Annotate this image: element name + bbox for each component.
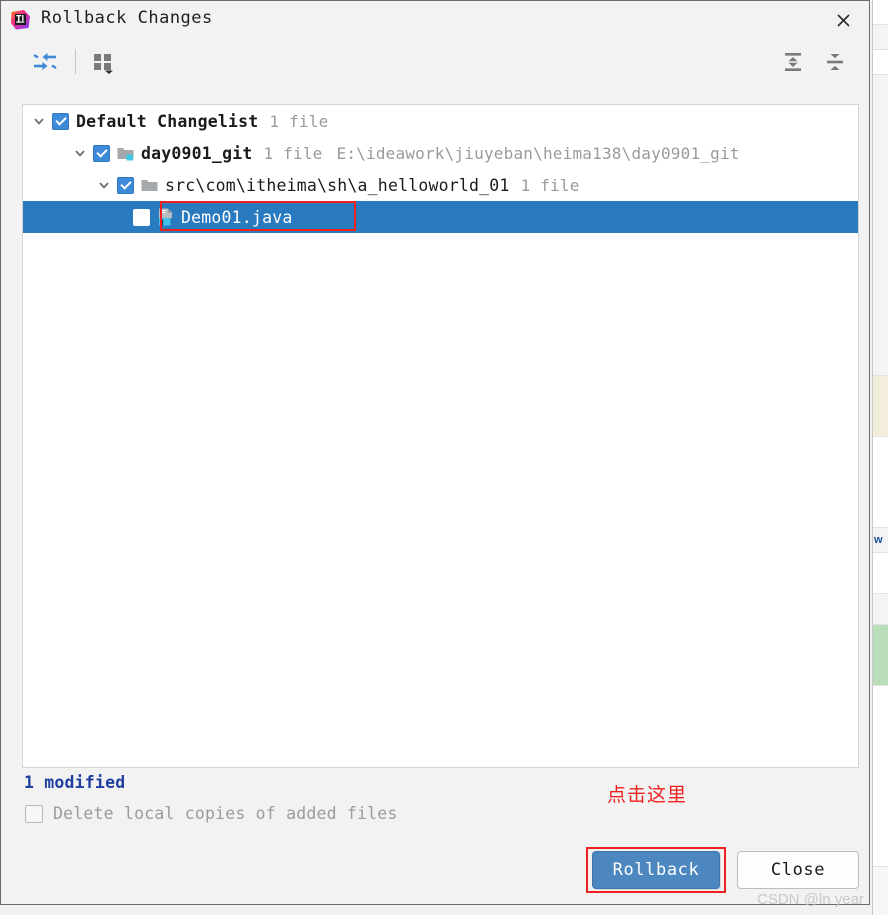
intellij-idea-icon: [10, 9, 31, 30]
close-icon[interactable]: [823, 5, 863, 35]
bg-table-row: [873, 594, 888, 625]
checkbox-box[interactable]: [25, 804, 43, 823]
tree-row-filecount: 1 file: [520, 175, 580, 195]
folder-icon: [141, 178, 158, 193]
bg-table-row: [873, 75, 888, 376]
row-checkbox[interactable]: [133, 208, 150, 226]
tree-row-label: Demo01.java: [181, 207, 293, 227]
bg-link-text: w: [874, 534, 883, 546]
dialog-title: Rollback Changes: [41, 8, 213, 28]
dialog-toolbar: [1, 38, 869, 90]
tree-row[interactable]: Default Changelist 1 file: [23, 105, 858, 137]
bg-table-row: [873, 553, 888, 594]
rollback-button-label: Rollback: [612, 860, 700, 880]
bg-table-row: [873, 50, 888, 75]
changes-tree[interactable]: Default Changelist 1 file day0901_git 1 …: [22, 104, 859, 768]
tree-row-filecount: 1 file: [263, 143, 323, 163]
java-file-icon: J: [157, 208, 174, 226]
folder-module-icon: [117, 146, 134, 161]
bg-table-row: [873, 0, 888, 25]
tree-row[interactable]: day0901_git 1 file E:\ideawork\jiuyeban\…: [23, 137, 858, 169]
chevron-down-icon[interactable]: [97, 178, 111, 192]
modified-count-label: 1 modified: [24, 773, 126, 792]
bg-table-row-link: w: [873, 528, 888, 553]
tree-row[interactable]: src\com\itheima\sh\a_helloworld_01 1 fil…: [23, 169, 858, 201]
group-by-icon[interactable]: [87, 46, 119, 78]
close-button-label: Close: [770, 860, 826, 880]
chevron-down-icon[interactable]: [73, 146, 87, 160]
revert-selected-icon[interactable]: [29, 46, 61, 78]
row-checkbox[interactable]: [93, 144, 110, 162]
bg-table-row: [873, 25, 888, 50]
dialog-titlebar: Rollback Changes: [1, 1, 869, 38]
tree-row-label: day0901_git: [141, 143, 253, 163]
close-button[interactable]: Close: [737, 851, 859, 889]
row-checkbox[interactable]: [117, 176, 134, 194]
tree-row-filecount: 1 file: [269, 111, 329, 131]
tree-row-selected[interactable]: J Demo01.java: [23, 201, 858, 233]
bg-table-row: [873, 686, 888, 867]
bg-table-row: [873, 625, 888, 686]
delete-local-copies-label: Delete local copies of added files: [53, 804, 398, 823]
background-window: w: [872, 0, 888, 915]
tree-row-path: E:\ideawork\jiuyeban\heima138\day0901_gi…: [336, 143, 740, 163]
rollback-button[interactable]: Rollback: [592, 851, 720, 889]
expand-all-icon[interactable]: [777, 46, 809, 78]
chevron-down-icon[interactable]: [32, 114, 46, 128]
tree-row-label: src\com\itheima\sh\a_helloworld_01: [165, 175, 510, 195]
collapse-all-icon[interactable]: [819, 46, 851, 78]
delete-local-copies-checkbox[interactable]: Delete local copies of added files: [25, 804, 398, 823]
row-checkbox[interactable]: [52, 112, 69, 130]
annotation-click-here-text: 点击这里: [607, 784, 688, 806]
svg-text:J: J: [160, 218, 164, 226]
watermark-text: CSDN @ln year: [757, 891, 864, 908]
rollback-changes-dialog: Rollback Changes Default Changelist 1 fi…: [0, 0, 870, 908]
bg-table-row: [873, 376, 888, 437]
toolbar-separator: [75, 49, 76, 74]
tree-row-label: Default Changelist: [76, 111, 259, 131]
bg-table-row: [873, 437, 888, 528]
